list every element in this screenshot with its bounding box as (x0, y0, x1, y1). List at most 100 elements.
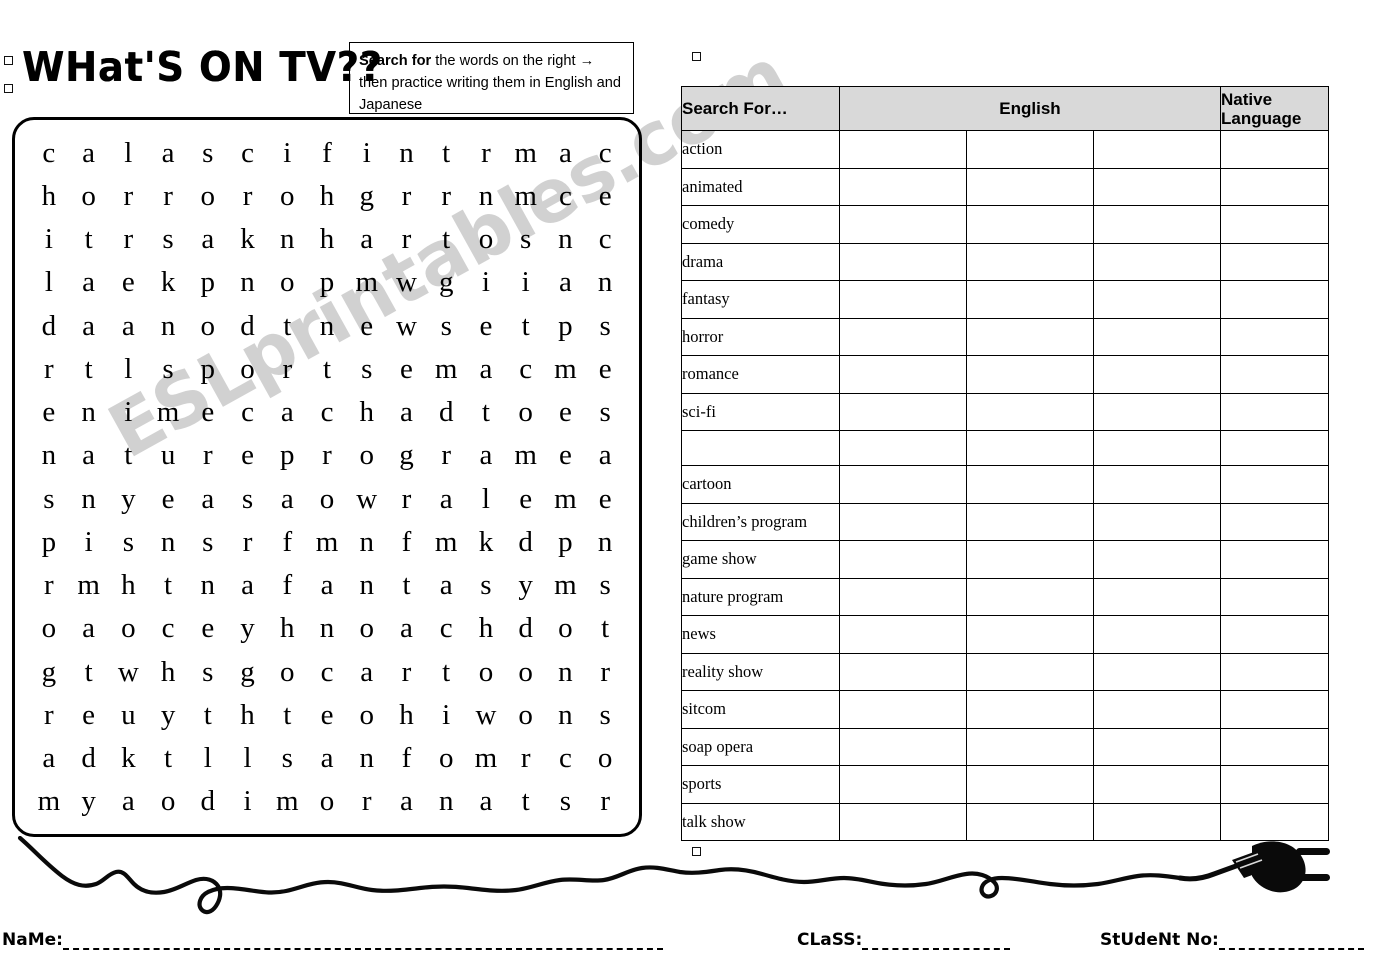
grid-letter[interactable]: m (307, 527, 347, 557)
grid-letter[interactable]: e (307, 700, 347, 730)
grid-letter[interactable]: y (506, 571, 546, 600)
grid-letter[interactable]: f (307, 138, 347, 168)
grid-letter[interactable]: i (228, 787, 268, 816)
grid-letter[interactable]: t (506, 787, 546, 816)
grid-letter[interactable]: m (466, 744, 506, 773)
grid-letter[interactable]: s (29, 484, 69, 514)
native-language-answer-cell[interactable] (1220, 205, 1329, 244)
grid-letter[interactable]: h (387, 700, 427, 730)
class-input-blank[interactable] (862, 934, 1011, 950)
english-answer-cell[interactable] (966, 355, 1094, 394)
grid-letter[interactable]: o (347, 441, 387, 470)
grid-letter[interactable]: c (546, 744, 586, 773)
native-language-answer-cell[interactable] (1220, 317, 1329, 356)
grid-letter[interactable]: c (585, 138, 625, 168)
grid-letter[interactable]: d (69, 744, 109, 773)
grid-letter[interactable]: c (148, 614, 188, 643)
grid-letter[interactable]: a (29, 744, 69, 773)
english-answer-cell[interactable] (1093, 355, 1221, 394)
grid-letter[interactable]: o (585, 744, 625, 773)
grid-letter[interactable]: o (466, 657, 506, 687)
grid-letter[interactable]: o (228, 354, 268, 384)
english-answer-cell[interactable] (966, 167, 1094, 206)
grid-letter[interactable]: w (466, 700, 506, 730)
grid-letter[interactable]: s (426, 311, 466, 341)
grid-letter[interactable]: t (585, 614, 625, 643)
grid-letter[interactable]: o (108, 614, 148, 643)
grid-letter[interactable]: m (546, 484, 586, 514)
grid-letter[interactable]: p (29, 527, 69, 557)
grid-letter[interactable]: n (347, 744, 387, 773)
grid-letter[interactable]: n (69, 484, 109, 514)
english-answer-cell[interactable] (1093, 540, 1221, 579)
native-language-answer-cell[interactable] (1220, 392, 1329, 431)
english-answer-cell[interactable] (1093, 280, 1221, 319)
grid-letter[interactable]: i (29, 225, 69, 254)
grid-letter[interactable]: r (387, 225, 427, 254)
grid-letter[interactable]: r (387, 181, 427, 211)
grid-letter[interactable]: l (188, 744, 228, 773)
grid-letter[interactable]: o (267, 657, 307, 687)
grid-letter[interactable]: e (228, 441, 268, 470)
grid-letter[interactable]: w (347, 484, 387, 514)
english-answer-cell[interactable] (966, 280, 1094, 319)
english-answer-cell[interactable] (1093, 802, 1221, 841)
english-answer-cell[interactable] (966, 765, 1094, 804)
grid-letter[interactable]: c (228, 138, 268, 168)
grid-letter[interactable]: s (108, 527, 148, 557)
grid-letter[interactable]: i (466, 268, 506, 297)
grid-letter[interactable]: a (546, 268, 586, 297)
grid-letter[interactable]: a (148, 138, 188, 168)
grid-letter[interactable]: e (387, 354, 427, 384)
grid-letter[interactable]: m (347, 268, 387, 297)
grid-letter[interactable]: e (466, 311, 506, 341)
grid-letter[interactable]: r (108, 181, 148, 211)
grid-letter[interactable]: k (466, 527, 506, 557)
grid-letter[interactable]: h (466, 614, 506, 643)
native-language-answer-cell[interactable] (1220, 242, 1329, 281)
grid-letter[interactable]: m (29, 787, 69, 816)
grid-letter[interactable]: a (387, 614, 427, 643)
grid-letter[interactable]: n (188, 571, 228, 600)
grid-letter[interactable]: p (188, 268, 228, 297)
english-answer-cell[interactable] (1093, 652, 1221, 691)
grid-letter[interactable]: r (267, 354, 307, 384)
grid-letter[interactable]: n (426, 787, 466, 816)
grid-letter[interactable]: m (426, 354, 466, 384)
grid-letter[interactable]: l (228, 744, 268, 773)
grid-letter[interactable]: s (188, 138, 228, 168)
grid-letter[interactable]: e (347, 311, 387, 341)
grid-letter[interactable]: f (267, 571, 307, 600)
grid-letter[interactable]: a (228, 571, 268, 600)
grid-letter[interactable]: o (307, 787, 347, 816)
grid-letter[interactable]: c (307, 398, 347, 427)
grid-letter[interactable]: o (69, 181, 109, 211)
grid-letter[interactable]: n (69, 398, 109, 427)
grid-letter[interactable]: m (546, 354, 586, 384)
grid-letter[interactable]: s (585, 571, 625, 600)
grid-letter[interactable]: s (228, 484, 268, 514)
grid-letter[interactable]: y (148, 700, 188, 730)
grid-letter[interactable]: d (228, 311, 268, 341)
native-language-answer-cell[interactable] (1220, 540, 1329, 579)
grid-letter[interactable]: k (228, 225, 268, 254)
native-language-answer-cell[interactable] (1220, 430, 1329, 466)
grid-letter[interactable]: a (387, 398, 427, 427)
grid-letter[interactable]: a (466, 441, 506, 470)
english-answer-cell[interactable] (839, 615, 967, 654)
grid-letter[interactable]: n (29, 441, 69, 470)
grid-letter[interactable]: h (267, 614, 307, 643)
grid-letter[interactable]: h (307, 181, 347, 211)
grid-letter[interactable]: e (148, 484, 188, 514)
grid-letter[interactable]: f (387, 744, 427, 773)
grid-letter[interactable]: r (29, 354, 69, 384)
english-answer-cell[interactable] (1093, 690, 1221, 729)
grid-letter[interactable]: t (188, 700, 228, 730)
english-answer-cell[interactable] (1093, 392, 1221, 431)
grid-letter[interactable]: h (228, 700, 268, 730)
grid-letter[interactable]: r (466, 138, 506, 168)
grid-letter[interactable]: t (108, 441, 148, 470)
english-answer-cell[interactable] (839, 690, 967, 729)
grid-letter[interactable]: o (267, 268, 307, 297)
native-language-answer-cell[interactable] (1220, 765, 1329, 804)
